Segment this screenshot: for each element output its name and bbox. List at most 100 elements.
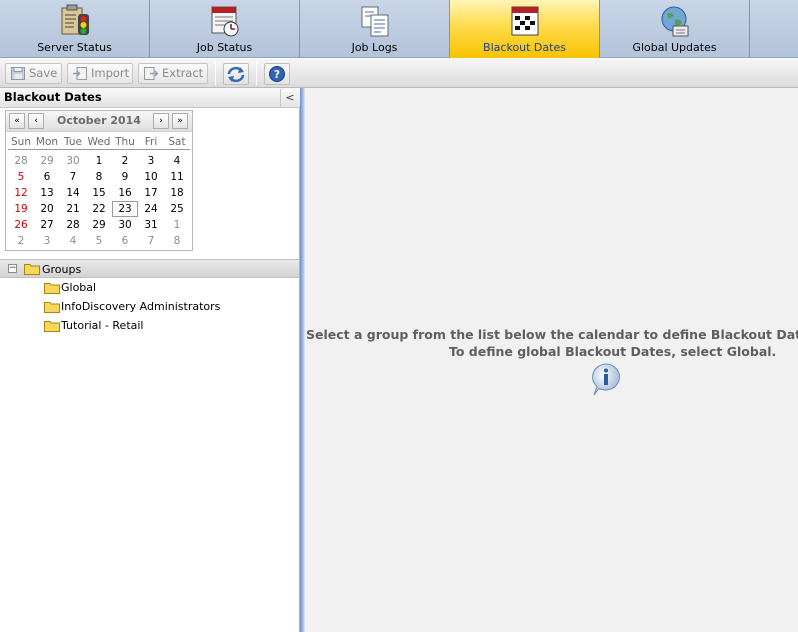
tree-item-label[interactable]: Tutorial - Retail: [61, 319, 143, 332]
calendar-day[interactable]: 20: [34, 201, 60, 217]
calendar-day[interactable]: 13: [34, 185, 60, 201]
save-label: Save: [29, 66, 58, 80]
calendar-day[interactable]: 24: [138, 201, 164, 217]
tree-item-label[interactable]: InfoDiscovery Administrators: [61, 300, 220, 313]
save-icon: [11, 67, 25, 80]
weekday-label: Mon: [35, 136, 59, 148]
instruction-message: Select a group from the list below the c…: [306, 327, 798, 342]
toolbar: Save Import Extract ?: [0, 59, 798, 88]
weekday-label: Wed: [87, 136, 111, 148]
calendar-day[interactable]: 19: [8, 201, 34, 217]
toolbar-separator: [256, 62, 257, 85]
calendar-day[interactable]: 1: [164, 217, 190, 233]
panel-title: Blackout Dates: [4, 90, 102, 104]
calendar-day[interactable]: 5: [8, 169, 34, 185]
folder-icon: [44, 283, 60, 294]
calendar-day[interactable]: 18: [164, 185, 190, 201]
save-button[interactable]: Save: [5, 63, 62, 84]
month-label: October 2014: [57, 114, 141, 127]
calendar-day[interactable]: 12: [8, 185, 34, 201]
tab-label: Job Logs: [351, 41, 398, 54]
import-button[interactable]: Import: [67, 63, 133, 84]
folder-icon: [44, 302, 60, 313]
calendar-day[interactable]: 9: [112, 169, 138, 185]
toolbar-separator: [215, 62, 216, 85]
calendar-day[interactable]: 5: [86, 233, 112, 249]
calendar-day[interactable]: 1: [86, 153, 112, 169]
calendar-day[interactable]: 21: [60, 201, 86, 217]
collapse-toggle-icon[interactable]: −: [8, 264, 17, 273]
calendar-day[interactable]: 2: [112, 153, 138, 169]
extract-button[interactable]: Extract: [138, 63, 208, 84]
help-icon: ?: [269, 66, 285, 82]
folder-icon: [24, 264, 40, 275]
import-icon: [73, 67, 87, 80]
calendar-day[interactable]: 30: [112, 217, 138, 233]
calendar-day[interactable]: 7: [138, 233, 164, 249]
calendar-day[interactable]: 8: [86, 169, 112, 185]
tab-global-updates[interactable]: Global Updates: [600, 0, 750, 58]
calendar-day[interactable]: 2: [8, 233, 34, 249]
job-status-icon: [211, 6, 239, 37]
calendar-day[interactable]: 6: [112, 233, 138, 249]
extract-label: Extract: [162, 66, 204, 80]
calendar-day[interactable]: 4: [164, 153, 190, 169]
calendar-day[interactable]: 7: [60, 169, 86, 185]
main-tab-bar: Server Status Job Status Job Logs Blacko…: [0, 0, 798, 58]
calendar-day[interactable]: 6: [34, 169, 60, 185]
first-month-button[interactable]: «: [9, 113, 25, 129]
calendar-day[interactable]: 26: [8, 217, 34, 233]
calendar-day[interactable]: 15: [86, 185, 112, 201]
calendar-day[interactable]: 31: [138, 217, 164, 233]
calendar-day[interactable]: 28: [60, 217, 86, 233]
calendar-day[interactable]: 10: [138, 169, 164, 185]
collapse-panel-button[interactable]: <: [280, 89, 299, 107]
calendar-day[interactable]: 14: [60, 185, 86, 201]
calendar-day[interactable]: 16: [112, 185, 138, 201]
tree-root-groups[interactable]: − Groups: [0, 259, 299, 278]
blackout-dates-icon: [511, 6, 539, 36]
calendar-day[interactable]: 17: [138, 185, 164, 201]
calendar-nav: « ‹ October 2014 › »: [6, 111, 192, 132]
tab-label: Server Status: [37, 41, 112, 54]
calendar-day[interactable]: 22: [86, 201, 112, 217]
calendar-day[interactable]: 29: [34, 153, 60, 169]
calendar-day[interactable]: 4: [60, 233, 86, 249]
import-label: Import: [91, 66, 130, 80]
calendar-day[interactable]: 8: [164, 233, 190, 249]
server-status-icon: [61, 4, 89, 35]
tab-label: Job Status: [196, 41, 253, 54]
last-month-button[interactable]: »: [172, 113, 188, 129]
info-icon: [592, 363, 620, 396]
refresh-button[interactable]: [223, 63, 249, 85]
prev-month-button[interactable]: ‹: [28, 113, 44, 129]
calendar-day[interactable]: 27: [34, 217, 60, 233]
tab-label: Global Updates: [632, 41, 717, 54]
global-updates-icon: [661, 6, 689, 37]
weekday-label: Sat: [168, 136, 186, 148]
panel-header: Blackout Dates <: [0, 88, 300, 108]
weekday-label: Fri: [144, 136, 158, 148]
calendar-day[interactable]: 25: [164, 201, 190, 217]
calendar-day[interactable]: 28: [8, 153, 34, 169]
next-month-button[interactable]: ›: [153, 113, 169, 129]
help-button[interactable]: ?: [264, 63, 290, 85]
tab-job-status[interactable]: Job Status: [150, 0, 300, 58]
tab-job-logs[interactable]: Job Logs: [300, 0, 450, 58]
main-content-panel: Select a group from the list below the c…: [305, 88, 798, 632]
folder-icon: [44, 321, 60, 332]
tree-root-label: Groups: [42, 263, 82, 276]
tab-blackout-dates[interactable]: Blackout Dates: [450, 0, 600, 58]
tab-label: Blackout Dates: [483, 41, 566, 54]
calendar: « ‹ October 2014 › » Sun Mon Tue Wed Thu…: [5, 110, 193, 251]
weekday-label: Sun: [11, 136, 31, 148]
tree-item-label[interactable]: Global: [61, 281, 96, 294]
calendar-day[interactable]: 3: [34, 233, 60, 249]
tab-server-status[interactable]: Server Status: [0, 0, 150, 58]
calendar-day[interactable]: 11: [164, 169, 190, 185]
extract-icon: [144, 67, 158, 80]
calendar-day[interactable]: 30: [60, 153, 86, 169]
calendar-day[interactable]: 3: [138, 153, 164, 169]
calendar-day[interactable]: 23: [112, 201, 138, 217]
calendar-day[interactable]: 29: [86, 217, 112, 233]
